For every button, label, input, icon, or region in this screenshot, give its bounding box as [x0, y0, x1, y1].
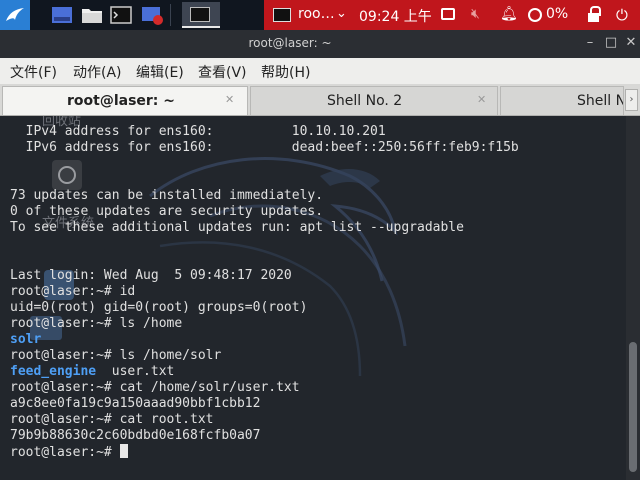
terminal-line: uid=0(root) gid=0(root) groups=0(root) [10, 300, 308, 315]
workspace-icon[interactable] [50, 3, 74, 27]
tab-close-icon[interactable]: ✕ [225, 93, 234, 106]
terminal-icon [190, 7, 210, 22]
close-button[interactable]: ✕ [623, 35, 639, 50]
taskbar-terminal-button[interactable] [182, 2, 220, 28]
terminal-icon[interactable] [109, 3, 133, 27]
top-panel: roo… ⌄ 09:24 上午 🔇︎ 🔔︎ 0% ⏻ [0, 0, 640, 30]
menu-bar: 文件(F) 动作(A) 编辑(E) 查看(V) 帮助(H) [0, 58, 640, 84]
bell-icon[interactable]: 🔔︎ [500, 6, 518, 22]
terminal-line: root@laser:~# ls /home/solr [10, 348, 222, 363]
menu-file[interactable]: 文件(F) [10, 62, 57, 82]
minimize-button[interactable]: – [582, 35, 598, 50]
terminal-line: 73 updates can be installed immediately. [10, 188, 324, 203]
lock-icon-body[interactable] [588, 13, 599, 22]
menu-view[interactable]: 查看(V) [198, 62, 247, 82]
screen-recorder-icon[interactable] [140, 3, 164, 27]
tab-label: Shell No. 2 [327, 93, 403, 109]
terminal-line: root@laser:~# id [10, 284, 136, 299]
terminal-prompt-line[interactable]: root@laser:~# [10, 444, 519, 460]
tab-label: Shell No. 3 [577, 93, 623, 109]
window-titlebar[interactable]: root@laser: ~ – □ ✕ [0, 30, 640, 58]
terminal-line: root@laser:~# ls /home [10, 316, 183, 331]
battery-percentage[interactable]: 0% [546, 6, 568, 22]
tab-bar: root@laser: ~ ✕ Shell No. 2 ✕ Shell No. … [0, 84, 640, 116]
tab-root-laser[interactable]: root@laser: ~ ✕ [2, 86, 248, 115]
maximize-button[interactable]: □ [603, 35, 619, 50]
battery-icon[interactable] [528, 8, 542, 22]
terminal-line: root@laser:~# cat /home/solr/user.txt [10, 380, 300, 395]
volume-muted-icon[interactable]: 🔇︎ [471, 6, 480, 22]
tab-close-icon[interactable]: ✕ [477, 93, 486, 106]
window-icon[interactable] [441, 8, 455, 20]
terminal-line: 79b9b88630c2c60bdbd0e168fcfb0a07 [10, 428, 261, 443]
tab-label: root@laser: ~ [67, 93, 176, 109]
tab-shell-2[interactable]: Shell No. 2 ✕ [250, 86, 498, 115]
terminal-lines: IPv4 address for ens160: 10.10.10.201 IP… [10, 124, 519, 460]
terminal-line: a9c8ee0fa19c9a150aaad90bbf1cbb12 [10, 396, 261, 411]
directory-entry: solr [10, 332, 42, 347]
clock[interactable]: 09:24 上午 [359, 6, 432, 26]
chevron-down-icon[interactable]: ⌄ [336, 6, 347, 21]
shell-prompt: root@laser:~# [10, 445, 120, 460]
terminal-icon [273, 8, 291, 22]
taskbar-separator [170, 4, 171, 26]
files-icon[interactable] [80, 3, 104, 27]
active-window-label[interactable]: roo… [298, 6, 335, 22]
terminal-line: 0 of these updates are security updates. [10, 204, 324, 219]
menu-help[interactable]: 帮助(H) [261, 62, 310, 82]
text-cursor [119, 444, 128, 458]
terminal-line: IPv6 address for ens160: dead:beef::250:… [10, 140, 519, 155]
power-icon[interactable]: ⏻ [616, 6, 628, 24]
menu-actions[interactable]: 动作(A) [73, 62, 122, 82]
terminal-line: IPv4 address for ens160: 10.10.10.201 [10, 124, 386, 139]
terminal-line: To see these additional updates run: apt… [10, 220, 464, 235]
tab-scroll-right-button[interactable]: › [625, 89, 638, 111]
terminal-output[interactable]: 回收站 文件系统 IPv4 address for ens160: 10.10.… [0, 116, 626, 480]
terminal-line-dir: feed_engine user.txt [10, 364, 519, 380]
terminal-line: root@laser:~# cat root.txt [10, 412, 214, 427]
file-entry: user.txt [96, 364, 175, 379]
menu-edit[interactable]: 编辑(E) [136, 62, 184, 82]
tab-shell-3[interactable]: Shell No. 3 [500, 86, 624, 115]
scrollbar-thumb[interactable] [629, 342, 637, 472]
terminal-line-dir: solr [10, 332, 519, 348]
directory-entry: feed_engine [10, 364, 97, 379]
terminal-scrollbar[interactable] [626, 116, 640, 480]
system-tray: roo… ⌄ 09:24 上午 🔇︎ 🔔︎ 0% ⏻ [264, 0, 640, 30]
terminal-line: Last login: Wed Aug 5 09:48:17 2020 [10, 268, 292, 283]
window-title: root@laser: ~ [248, 36, 332, 50]
kali-menu-icon[interactable] [0, 0, 30, 30]
